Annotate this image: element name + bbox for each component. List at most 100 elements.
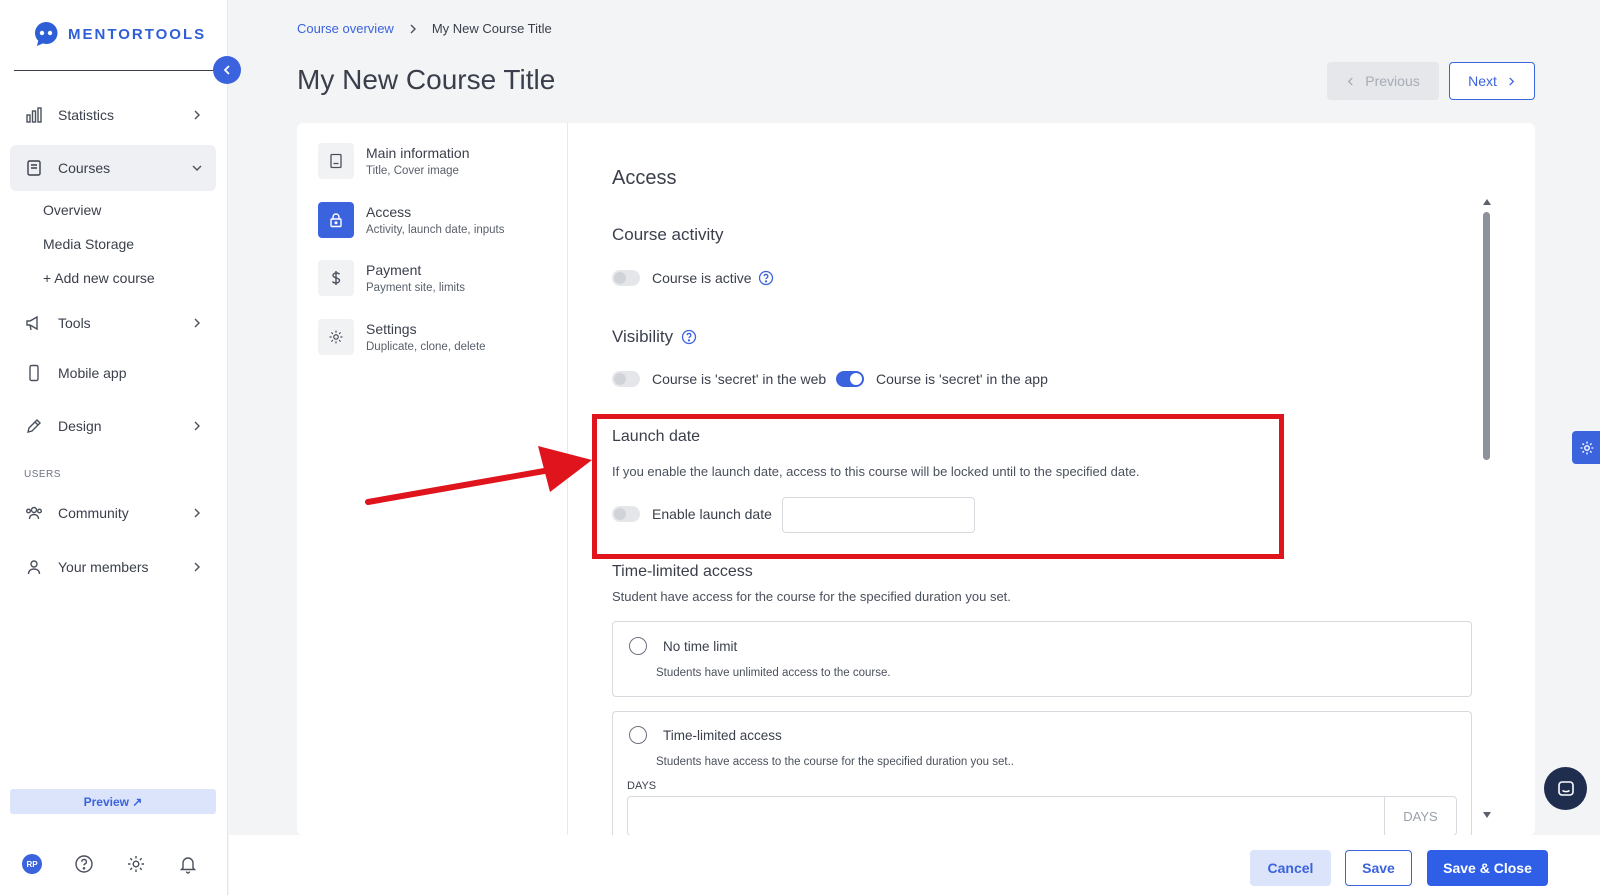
step-access[interactable]: Access Activity, launch date, inputs: [318, 202, 505, 238]
sidebar-item-courses[interactable]: Courses: [10, 145, 216, 191]
scroll-up-arrow[interactable]: [1482, 198, 1492, 206]
cancel-button[interactable]: Cancel: [1250, 850, 1331, 886]
step-settings[interactable]: Settings Duplicate, clone, delete: [318, 319, 486, 355]
sidebar-bottom-toolbar: RP: [22, 854, 198, 874]
enable-launch-date-toggle[interactable]: [612, 506, 640, 522]
sidebar-subitem-add-new-course[interactable]: + Add new course: [43, 270, 155, 286]
days-input-field[interactable]: [628, 797, 1384, 835]
gear-icon: [318, 319, 354, 355]
launch-date-input[interactable]: [782, 497, 975, 533]
step-payment[interactable]: Payment Payment site, limits: [318, 260, 465, 296]
course-active-toggle[interactable]: [612, 270, 640, 286]
time-limited-radio[interactable]: [629, 726, 647, 744]
chevron-right-icon: [192, 508, 202, 518]
sidebar-item-label: Mobile app: [58, 365, 127, 381]
previous-button[interactable]: Previous: [1327, 62, 1439, 100]
course-active-label: Course is active: [652, 270, 752, 286]
option-row: Time-limited access: [629, 726, 782, 744]
help-icon[interactable]: [74, 854, 94, 874]
sidebar-item-mobile-app[interactable]: Mobile app: [10, 350, 216, 396]
sidebar-subitem-overview[interactable]: Overview: [43, 202, 101, 218]
heading-visibility-row: Visibility: [612, 327, 697, 347]
chevron-down-icon: [192, 163, 202, 173]
heading-launch-date: Launch date: [612, 428, 701, 445]
option-no-time-limit[interactable]: No time limit Students have unlimited ac…: [612, 621, 1472, 697]
secret-app-toggle[interactable]: [836, 371, 864, 387]
sidebar-item-label: Your members: [58, 559, 149, 575]
preview-button[interactable]: Preview ↗: [10, 789, 216, 814]
chevron-left-icon: [221, 64, 233, 76]
days-suffix: DAYS: [1384, 797, 1456, 835]
question-circle-icon[interactable]: [681, 329, 697, 345]
breadcrumb-current: My New Course Title: [431, 21, 552, 36]
annotation-arrow: [365, 446, 592, 505]
sidebar-item-label: Statistics: [58, 107, 115, 123]
sidebar-item-label: Community: [58, 505, 129, 521]
question-circle-icon[interactable]: [758, 270, 774, 286]
time-limited-description: Student have access for the course for t…: [612, 589, 1011, 604]
sidebar-item-statistics[interactable]: Statistics: [10, 92, 216, 138]
bell-icon[interactable]: [178, 854, 198, 874]
option-desc: Students have access to the course for t…: [656, 756, 1014, 768]
sidebar-item-design[interactable]: Design: [10, 403, 216, 449]
secret-app-label: Course is 'secret' in the app: [876, 371, 1048, 387]
step-desc: Payment site, limits: [366, 282, 466, 294]
chevron-right-icon: [192, 318, 202, 328]
option-time-limited-access[interactable]: Time-limited access Students have access…: [612, 711, 1472, 836]
days-input[interactable]: DAYS: [627, 796, 1457, 836]
floating-settings-button[interactable]: [1572, 431, 1600, 464]
breadcrumb-link-course-overview[interactable]: Course overview: [297, 21, 394, 36]
next-button-label: Next: [1468, 73, 1497, 89]
logo[interactable]: MENTORTOOLS: [32, 20, 206, 48]
megaphone-icon: [24, 313, 44, 333]
sidebar-item-label: Tools: [58, 315, 91, 331]
heading-course-activity: Course activity: [612, 225, 724, 244]
days-field-label: DAYS: [627, 780, 657, 792]
sidebar-divider: [14, 70, 214, 71]
dollar-icon: [318, 260, 354, 296]
option-label: Time-limited access: [663, 727, 782, 743]
option-label: No time limit: [663, 638, 738, 654]
sidebar-item-label: Courses: [58, 160, 111, 176]
previous-button-label: Previous: [1365, 73, 1420, 89]
option-desc: Students have unlimited access to the co…: [656, 667, 891, 679]
sidebar-item-tools[interactable]: Tools: [10, 300, 216, 346]
users-icon: [24, 503, 44, 523]
breadcrumb: Course overview My New Course Title: [297, 21, 552, 36]
avatar[interactable]: RP: [22, 854, 42, 874]
mentortools-logo-icon: [35, 21, 58, 46]
sidebar-item-your-members[interactable]: Your members: [10, 544, 216, 590]
course-active-row: Course is active: [612, 270, 774, 286]
user-icon: [24, 557, 44, 577]
sidebar-subitem-media-storage[interactable]: Media Storage: [43, 236, 134, 252]
section-label-users: USERS: [24, 469, 61, 480]
option-row: No time limit: [629, 637, 737, 655]
sidebar-collapse-button[interactable]: [213, 56, 241, 84]
scrollbar-thumb[interactable]: [1483, 212, 1490, 460]
step-title: Settings: [366, 321, 417, 337]
step-main-information[interactable]: Main information Title, Cover image: [318, 143, 470, 179]
scroll-down-arrow[interactable]: [1482, 811, 1492, 819]
launch-date-description: If you enable the launch date, access to…: [612, 464, 1140, 479]
sidebar: MENTORTOOLS Statistics Courses Overview …: [0, 0, 228, 895]
save-close-button[interactable]: Save & Close: [1427, 850, 1548, 886]
gear-icon[interactable]: [126, 854, 146, 874]
chevron-right-icon: [408, 24, 418, 34]
no-time-limit-radio[interactable]: [629, 637, 647, 655]
sidebar-item-label: Design: [58, 418, 102, 434]
heading-visibility: Visibility: [612, 327, 674, 346]
save-button[interactable]: Save: [1345, 850, 1412, 886]
sidebar-item-community[interactable]: Community: [10, 490, 216, 536]
next-button[interactable]: Next: [1449, 62, 1535, 100]
chevron-right-icon: [192, 110, 202, 120]
step-title: Main information: [366, 145, 470, 161]
secret-web-label: Course is 'secret' in the web: [652, 371, 827, 387]
page-title: My New Course Title: [297, 64, 556, 95]
secret-web-toggle[interactable]: [612, 371, 640, 387]
document-icon: [318, 143, 354, 179]
book-icon: [24, 158, 44, 178]
chat-launcher-button[interactable]: [1544, 767, 1587, 810]
step-desc: Title, Cover image: [366, 165, 459, 177]
step-title: Payment: [366, 262, 422, 278]
secret-app-row: Course is 'secret' in the app: [836, 371, 1048, 387]
